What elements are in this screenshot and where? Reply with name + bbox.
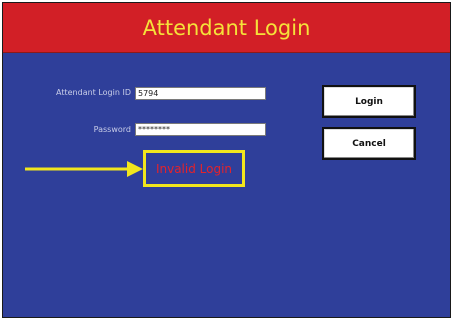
window-title: Attendant Login — [142, 15, 311, 40]
cancel-button[interactable]: Cancel — [322, 127, 416, 160]
arrow-right-icon — [25, 161, 143, 177]
password-label: Password — [93, 125, 131, 134]
error-highlight-box: Invalid Login — [143, 150, 245, 187]
login-id-input[interactable]: 5794 — [135, 87, 266, 100]
login-id-label: Attendant Login ID — [56, 88, 131, 97]
title-bar: Attendant Login — [3, 3, 450, 53]
error-message: Invalid Login — [155, 161, 233, 176]
login-button[interactable]: Login — [322, 85, 416, 118]
login-window: Attendant Login Attendant Login ID 5794 … — [2, 2, 451, 318]
password-input[interactable]: ******** — [135, 123, 266, 136]
